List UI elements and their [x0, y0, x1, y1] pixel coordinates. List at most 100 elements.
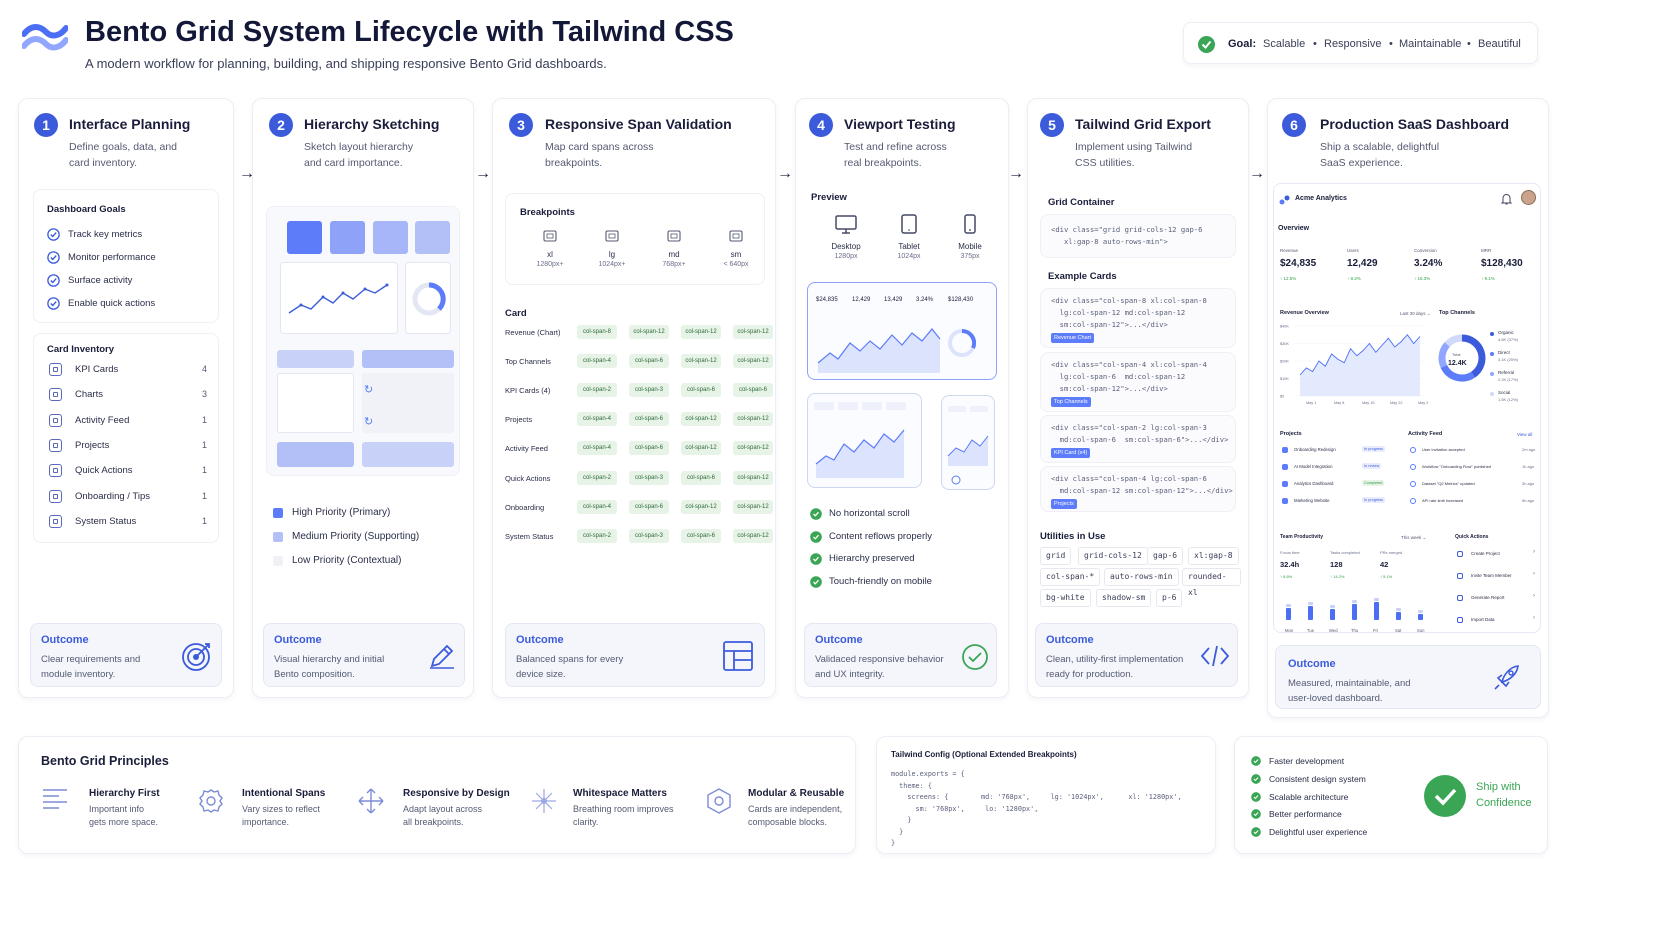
outcome-title: Outcome	[516, 634, 564, 646]
project-row[interactable]: Analytics Dashboard Completed	[1280, 479, 1402, 491]
span-chip: col-span-12	[733, 499, 773, 514]
kpi-label: Conversion	[1414, 248, 1437, 253]
team-stat-delta: ↑ 8.6%	[1280, 574, 1293, 579]
mini-kpi: $24,835	[816, 297, 838, 303]
project-name: Marketing Website	[1294, 498, 1330, 503]
quick-action[interactable]: Create Project ›	[1457, 548, 1539, 562]
inventory-item: Projects 1	[47, 438, 212, 454]
kpi-card: MRR $128,430 ↑ 9.1%	[1479, 244, 1541, 292]
goal-separator: •	[1313, 38, 1317, 50]
utility-chip: shadow-sm	[1096, 589, 1152, 607]
quick-action[interactable]: Generate Report ›	[1457, 592, 1539, 606]
y-tick-label: $40K	[1280, 325, 1289, 329]
check-circle-icon	[1251, 756, 1261, 766]
team-bar	[1286, 608, 1291, 620]
legend-dot	[1490, 372, 1494, 376]
span-chip: col-span-3	[629, 528, 669, 543]
legend-swatch	[273, 556, 283, 566]
project-icon	[1282, 447, 1288, 453]
action-label: Import Data	[1471, 617, 1495, 622]
activity-viewall[interactable]: View all	[1517, 432, 1532, 437]
check-circle-icon	[47, 228, 60, 241]
benefit-text: Faster development	[1269, 756, 1345, 766]
goal-text: Track key metrics	[68, 229, 143, 240]
stage-desc: Map card spans across breakpoints.	[545, 141, 654, 169]
project-name: AI Model Integration	[1294, 464, 1333, 469]
tablet-preview	[807, 393, 922, 488]
principle-title: Whitespace Matters	[573, 788, 667, 799]
project-row[interactable]: AI Model Integration In review	[1280, 462, 1402, 474]
team-bar-cap	[1374, 598, 1379, 601]
span-row: KPI Cards (4) col-span-2 col-span-3 col-spa…	[505, 383, 775, 399]
check-circle-icon	[47, 274, 60, 287]
breakpoint-xl: xl 1280px+	[520, 228, 580, 278]
mini-kpi: 3.24%	[916, 297, 934, 303]
span-chip: col-span-12	[733, 354, 773, 369]
check-circle-icon	[810, 530, 822, 543]
device-name: Desktop	[831, 242, 861, 251]
module-icon	[49, 388, 62, 402]
quick-action[interactable]: Import Data ›	[1457, 614, 1539, 628]
team-bar-cap	[1396, 608, 1401, 611]
utilities-list: grid grid-cols-12 gap-6 xl:gap-8 col-span-* a…	[1036, 547, 1241, 612]
breakpoint-size: 768px+	[662, 261, 686, 268]
kpi-row: Revenue $24,835 ↑ 12.5% Users 12,429 ↑ 8.2% Co…	[1278, 244, 1540, 294]
donut-value: 12.4K	[1448, 360, 1467, 367]
page-title: Bento Grid System Lifecycle with Tailwin…	[85, 16, 734, 48]
utility-chip: grid-cols-12	[1078, 547, 1148, 565]
activity-text: Workflow "Onboarding Flow" published	[1422, 464, 1492, 469]
page-subtitle: A modern workflow for planning, building…	[85, 56, 607, 71]
check-text: Hierarchy preserved	[829, 553, 915, 564]
activity-row: User invitation accepted 2m ago	[1408, 445, 1540, 457]
donut-slice	[1438, 342, 1451, 368]
span-chip: col-span-12	[681, 441, 721, 456]
check-circle-icon	[810, 508, 822, 520]
outcome-title: Outcome	[274, 634, 322, 646]
span-chip: col-span-6	[681, 383, 721, 398]
span-chip: col-span-12	[733, 325, 773, 339]
channel-value: 4.6K (37%)	[1498, 337, 1519, 342]
project-row[interactable]: Onboarding Redesign In progress	[1280, 445, 1402, 457]
device-tablet: Tablet 1024px	[884, 213, 934, 268]
saas-dashboard-mock: Acme Analytics Overview Revenue $24,835 ↑ …	[1273, 183, 1541, 633]
quick-action[interactable]: Invite Team Member ›	[1457, 570, 1539, 584]
logo	[21, 20, 69, 54]
device-mobile: Mobile 375px	[945, 213, 995, 268]
activity-text: API rate limit increased	[1422, 498, 1464, 503]
tablet-icon	[901, 214, 917, 234]
activity-text: User invitation accepted	[1422, 447, 1465, 452]
team-stat-value: 42	[1380, 560, 1389, 569]
avatar[interactable]	[1521, 190, 1536, 205]
bell-icon[interactable]	[1501, 193, 1512, 205]
mobile-preview	[941, 395, 995, 490]
team-bar-cap	[1418, 610, 1423, 613]
activity-title: Activity Feed	[1408, 431, 1443, 437]
team-stat-label: Focus time	[1280, 550, 1300, 555]
principle-desc: Vary sizes to reflect importance.	[242, 804, 320, 827]
span-chip: col-span-12	[733, 412, 773, 427]
outcome-box: Outcome Measured, maintainable, and user-…	[1275, 645, 1541, 709]
activity-time: 5h ago	[1522, 498, 1535, 503]
project-name: Analytics Dashboard	[1294, 481, 1334, 486]
project-row[interactable]: Marketing Website In progress	[1280, 496, 1402, 508]
outcome-title: Outcome	[815, 634, 863, 646]
brand-name: Acme Analytics	[1295, 195, 1347, 202]
team-stat-value: 128	[1330, 560, 1343, 569]
revenue-range[interactable]: Last 30 days ⌄	[1400, 311, 1431, 317]
span-chip: col-span-3	[629, 383, 669, 398]
donut-sketch-icon	[412, 282, 446, 316]
breakpoint-md: md 768px+	[644, 228, 704, 278]
team-range[interactable]: This week ⌄	[1401, 535, 1426, 541]
panel-title: Dashboard Goals	[47, 204, 126, 215]
team-bar	[1418, 614, 1423, 620]
project-icon	[1282, 498, 1288, 504]
move-arrows-icon	[358, 788, 384, 814]
goal-label: Goal:	[1228, 38, 1257, 50]
goals-list: Track key metrics Monitor performance Surf…	[47, 228, 217, 318]
span-chip: col-span-12	[681, 325, 721, 339]
activity-icon	[1410, 447, 1416, 453]
channels-title: Top Channels	[1439, 310, 1475, 316]
legend-swatch	[273, 508, 283, 518]
x-tick-label: May 22	[1390, 401, 1402, 405]
stage-number: 2	[269, 113, 293, 137]
